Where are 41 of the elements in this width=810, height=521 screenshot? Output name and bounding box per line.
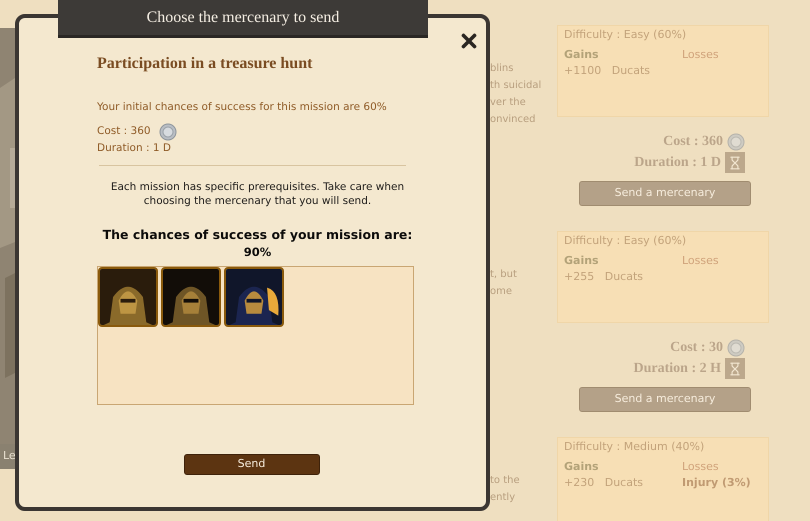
prerequisites-text: Each mission has specific prerequisites. Take care when choosing the mercenary that you will send. (110, 180, 406, 208)
hourglass-icon (725, 152, 745, 173)
description-text: onvinced (490, 113, 536, 126)
description-text: blins (490, 62, 514, 75)
send-mercenary-button[interactable]: Send a mercenary (579, 181, 751, 206)
coin-icon (727, 132, 745, 150)
gains-label: Gains (564, 252, 600, 268)
chances-heading: The chances of success of your mission are: (102, 226, 412, 244)
losses-label: Losses (682, 46, 719, 62)
send-mercenary-button[interactable]: Send a mercenary (579, 387, 751, 412)
cost-text: Cost : 360 (97, 124, 151, 139)
duration-text: Duration : 2 H (634, 360, 721, 378)
gains-label: Gains (564, 458, 600, 474)
difficulty-text: Difficulty : Easy (60%) (564, 233, 688, 249)
coin-icon (727, 338, 745, 356)
description-text: ently (490, 491, 516, 504)
description-text: to the (490, 474, 521, 487)
mission-title: Participation in a treasure hunt (97, 54, 314, 74)
hourglass-icon (725, 358, 745, 379)
losses-value: Injury (3%) (682, 475, 751, 491)
cost-text: Cost : 360 (663, 133, 723, 151)
description-text: th suicidal (490, 79, 542, 92)
losses-label: Losses (682, 458, 720, 474)
description-text: ome (490, 285, 514, 298)
chances-value: 90% (244, 244, 272, 262)
gains-value: +1100 Ducats (564, 63, 651, 79)
duration-text: Duration : 1 D (634, 154, 721, 172)
cost-text: Cost : 30 (670, 339, 723, 357)
description-text: ver the (490, 96, 527, 109)
description-text: t, but (490, 268, 518, 281)
initial-chances-text: Your initial chances of success for this mission are 60% (97, 100, 388, 115)
losses-label: Losses (682, 252, 719, 268)
dialog-title: Choose the mercenary to send (146, 8, 340, 28)
difficulty-text: Difficulty : Medium (40%) (564, 439, 706, 455)
difficulty-text: Difficulty : Easy (60%) (564, 27, 688, 43)
coin-icon (158, 122, 177, 141)
gains-value: +230 Ducats (564, 475, 644, 491)
gains-label: Gains (564, 46, 600, 62)
gains-value: +255 Ducats (564, 269, 644, 285)
send-button[interactable]: Send (184, 454, 320, 474)
duration-text: Duration : 1 D (97, 140, 172, 156)
